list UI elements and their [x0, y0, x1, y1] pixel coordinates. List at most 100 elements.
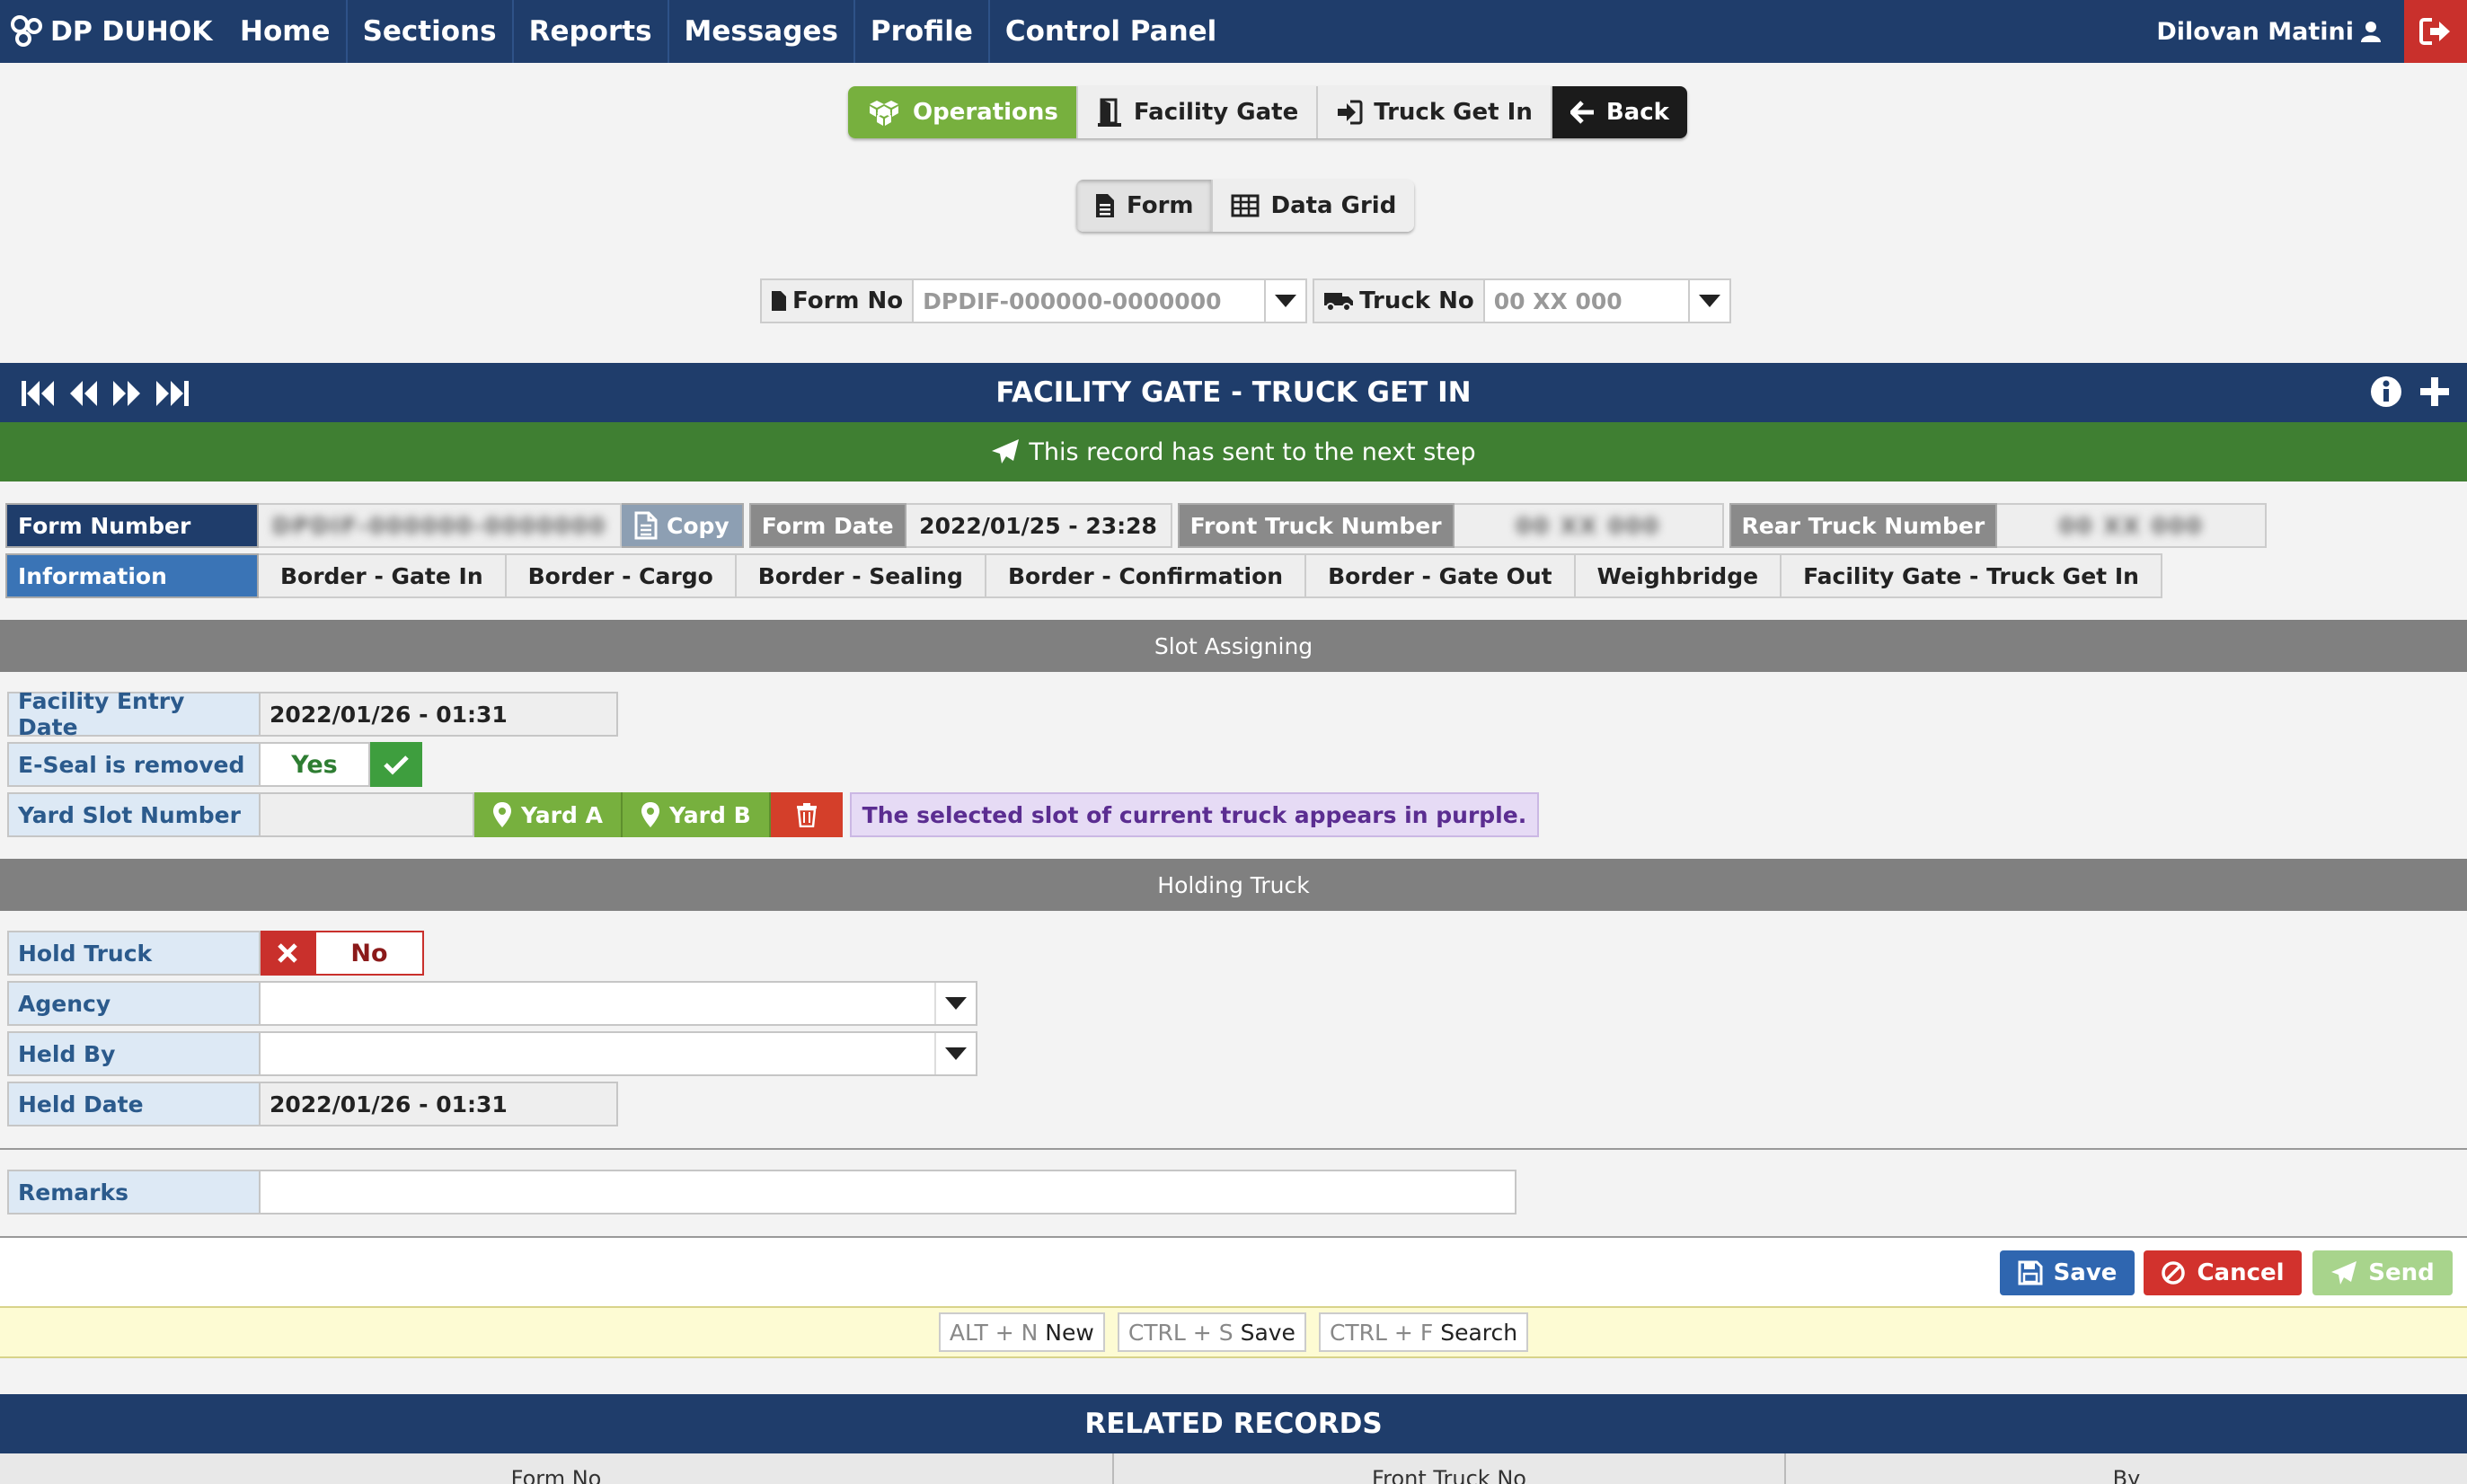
tab-border-cargo[interactable]: Border - Cargo	[506, 553, 737, 598]
next-record-icon[interactable]	[111, 379, 142, 408]
brand-name: DP DUHOK	[50, 15, 213, 48]
record-pager	[20, 379, 190, 408]
shortcut-search[interactable]: CTRL + F Search	[1318, 1312, 1529, 1352]
rear-truck-number-label: Rear Truck Number	[1729, 503, 1998, 548]
column-form-no[interactable]: Form No	[0, 1453, 1114, 1484]
clear-slot-button[interactable]	[770, 792, 843, 837]
shortcut-new[interactable]: ALT + N New	[938, 1312, 1105, 1352]
tab-information[interactable]: Information	[5, 553, 259, 598]
add-icon[interactable]	[2418, 375, 2451, 408]
truck-no-label-text: Truck No	[1359, 287, 1474, 314]
related-records-columns: Form No Front Truck No By	[0, 1453, 2467, 1484]
logout-button[interactable]	[2404, 0, 2467, 63]
form-no-dropdown-button[interactable]	[1266, 278, 1308, 323]
breadcrumb-operations[interactable]: Operations	[848, 86, 1078, 138]
form-no-input[interactable]: DPDIF-000000-0000000	[914, 278, 1267, 323]
tab-weighbridge[interactable]: Weighbridge	[1575, 553, 1782, 598]
tab-border-confirmation[interactable]: Border - Confirmation	[986, 553, 1307, 598]
eseal-toggle-check[interactable]	[370, 742, 422, 787]
remarks-input[interactable]	[261, 1170, 1516, 1215]
copy-button-label: Copy	[667, 512, 729, 539]
shortcut-keys: CTRL + F	[1329, 1319, 1434, 1346]
panel-header-actions	[2370, 375, 2451, 408]
top-navbar: DP DUHOK Home Sections Reports Messages …	[0, 0, 2467, 63]
info-icon[interactable]	[2370, 375, 2402, 408]
copy-button[interactable]: Copy	[622, 503, 744, 548]
truck-no-dropdown-button[interactable]	[1689, 278, 1731, 323]
yard-a-button[interactable]: Yard A	[474, 792, 623, 837]
yard-b-button[interactable]: Yard B	[622, 792, 771, 837]
facility-entry-date-row: Facility Entry Date 2022/01/26 - 01:31	[7, 688, 618, 740]
tab-border-sealing[interactable]: Border - Sealing	[736, 553, 986, 598]
rear-truck-number-value: 00 XX 000	[1997, 503, 2268, 548]
form-view-button[interactable]: Form	[1076, 180, 1214, 232]
paper-plane-icon	[992, 439, 1020, 464]
form-actions: Save Cancel Send	[0, 1236, 2467, 1306]
nav-home[interactable]: Home	[225, 0, 348, 63]
nav-profile[interactable]: Profile	[855, 0, 990, 63]
save-button[interactable]: Save	[2000, 1250, 2135, 1295]
holding-truck-header: Holding Truck	[0, 859, 2467, 911]
step-tabs: Information Border - Gate In Border - Ca…	[5, 553, 2162, 598]
agency-select[interactable]	[261, 981, 977, 1026]
user-menu[interactable]: Dilovan Matini	[2156, 0, 2381, 63]
agency-dropdown-button[interactable]	[934, 983, 976, 1024]
eseal-toggle-value[interactable]: Yes	[261, 742, 370, 787]
cancel-button-label: Cancel	[2197, 1259, 2285, 1286]
shortcut-keys: CTRL + S	[1127, 1319, 1234, 1346]
truck-no-input[interactable]: 00 XX 000	[1484, 278, 1690, 323]
cubes-icon	[870, 101, 898, 126]
section-divider	[0, 1148, 2467, 1150]
form-number-label: Form Number	[5, 503, 259, 548]
last-record-icon[interactable]	[155, 379, 190, 408]
send-button[interactable]: Send	[2312, 1250, 2453, 1295]
nav-reports[interactable]: Reports	[514, 0, 669, 63]
nav-messages[interactable]: Messages	[669, 0, 855, 63]
first-record-icon[interactable]	[20, 379, 56, 408]
form-view-label: Form	[1127, 192, 1194, 219]
back-button[interactable]: Back	[1552, 86, 1687, 138]
held-by-select[interactable]	[261, 1031, 977, 1076]
held-by-row: Held By	[7, 1031, 977, 1076]
breadcrumb-facility-gate[interactable]: Facility Gate	[1077, 86, 1319, 138]
front-truck-number-label: Front Truck Number	[1177, 503, 1455, 548]
column-front-truck-no[interactable]: Front Truck No	[1114, 1453, 1786, 1484]
ban-icon	[2162, 1261, 2186, 1285]
eseal-row: E-Seal is removed Yes	[7, 742, 422, 787]
brand-logo[interactable]: DP DUHOK	[0, 13, 225, 49]
remarks-row: Remarks	[7, 1170, 1516, 1215]
user-icon	[2361, 22, 2381, 42]
previous-record-icon[interactable]	[68, 379, 99, 408]
paper-plane-icon	[2331, 1261, 2357, 1285]
record-summary: Form Number DPDIF-000000-0000000 Copy Fo…	[5, 503, 2268, 548]
nav-sections[interactable]: Sections	[348, 0, 514, 63]
column-by[interactable]: By	[1786, 1453, 2467, 1484]
eseal-label: E-Seal is removed	[7, 742, 261, 787]
nav-control-panel[interactable]: Control Panel	[990, 0, 1232, 63]
door-icon	[1097, 98, 1121, 127]
held-date-value: 2022/01/26 - 01:31	[261, 1082, 618, 1126]
held-by-dropdown-button[interactable]	[934, 1033, 976, 1074]
shortcut-save[interactable]: CTRL + S Save	[1117, 1312, 1306, 1352]
facility-entry-date-label: Facility Entry Date	[7, 688, 261, 740]
breadcrumb-facility-gate-label: Facility Gate	[1133, 99, 1299, 126]
caret-down-icon	[1698, 295, 1720, 307]
caret-down-icon	[1275, 295, 1297, 307]
sent-status-bar: This record has sent to the next step	[0, 422, 2467, 481]
hold-truck-toggle-value[interactable]: No	[314, 931, 424, 976]
breadcrumb-truck-get-in[interactable]: Truck Get In	[1318, 86, 1552, 138]
cancel-button[interactable]: Cancel	[2144, 1250, 2302, 1295]
hold-truck-row: Hold Truck No	[7, 931, 424, 976]
data-grid-view-label: Data Grid	[1270, 192, 1397, 219]
tab-border-gate-out[interactable]: Border - Gate Out	[1306, 553, 1576, 598]
hold-truck-toggle-x[interactable]	[261, 931, 314, 976]
caret-down-icon	[945, 1047, 967, 1060]
data-grid-view-button[interactable]: Data Grid	[1213, 180, 1415, 232]
rear-truck-number-text: 00 XX 000	[2058, 512, 2204, 539]
tab-facility-gate-truck-get-in[interactable]: Facility Gate - Truck Get In	[1782, 553, 2162, 598]
yard-slot-value	[261, 792, 474, 837]
related-records-header: RELATED RECORDS	[0, 1394, 2467, 1453]
breadcrumb: Operations Facility Gate Truck Get In Ba…	[848, 86, 1687, 138]
tab-border-gate-in[interactable]: Border - Gate In	[259, 553, 507, 598]
back-button-label: Back	[1605, 99, 1669, 126]
